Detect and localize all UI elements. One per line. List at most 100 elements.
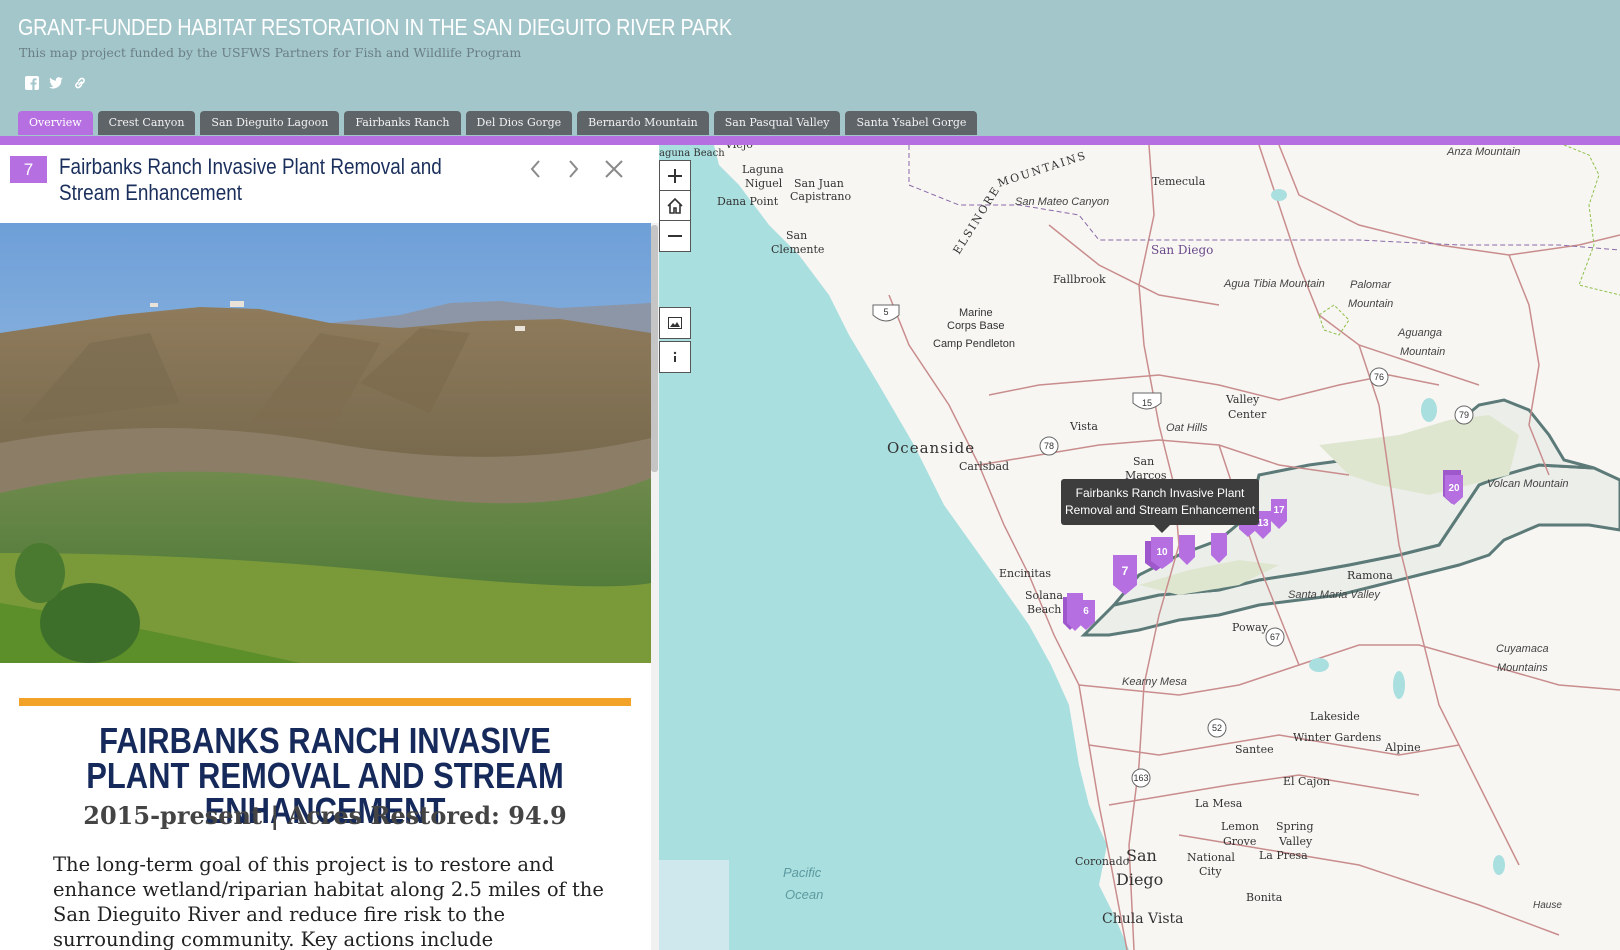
- svg-text:Oceanside: Oceanside: [887, 439, 975, 457]
- link-icon[interactable]: [72, 75, 88, 91]
- svg-text:Chula Vista: Chula Vista: [1102, 911, 1184, 927]
- svg-text:52: 52: [1212, 723, 1222, 733]
- close-icon[interactable]: [602, 157, 626, 181]
- basemap[interactable]: aguna Beach Viejo LagunaNiguel San JuanC…: [659, 145, 1620, 950]
- marker-tooltip: Fairbanks Ranch Invasive Plant Removal a…: [1061, 479, 1259, 533]
- tab-bar: Overview Crest Canyon San Dieguito Lagoon F…: [18, 111, 978, 135]
- previous-arrow-icon[interactable]: [524, 157, 548, 181]
- app-header: GRANT-FUNDED HABITAT RESTORATION IN THE …: [0, 0, 1620, 136]
- svg-text:City: City: [1199, 865, 1222, 878]
- svg-text:Mountain: Mountain: [1400, 346, 1445, 358]
- svg-text:Palomar: Palomar: [1350, 279, 1392, 291]
- svg-text:La Presa: La Presa: [1259, 849, 1308, 862]
- svg-text:Aguanga: Aguanga: [1397, 327, 1442, 339]
- svg-text:Vista: Vista: [1069, 420, 1098, 433]
- map-view[interactable]: aguna Beach Viejo LagunaNiguel San JuanC…: [659, 145, 1620, 950]
- svg-text:Coronado: Coronado: [1075, 855, 1130, 868]
- svg-text:San Juan: San Juan: [794, 177, 844, 190]
- svg-text:Camp Pendleton: Camp Pendleton: [933, 338, 1015, 350]
- svg-text:Temecula: Temecula: [1152, 175, 1206, 188]
- tab-fairbanks-ranch[interactable]: Fairbanks Ranch: [344, 111, 461, 135]
- svg-text:Grove: Grove: [1223, 835, 1256, 848]
- svg-text:Volcan Mountain: Volcan Mountain: [1487, 478, 1569, 490]
- svg-text:Lakeside: Lakeside: [1310, 710, 1360, 723]
- svg-text:Dana Point: Dana Point: [717, 195, 779, 208]
- svg-text:Corps Base: Corps Base: [947, 320, 1004, 332]
- svg-text:Mountain: Mountain: [1348, 298, 1393, 310]
- svg-text:Valley: Valley: [1278, 835, 1313, 848]
- svg-text:10: 10: [1156, 547, 1168, 558]
- info-button[interactable]: [659, 341, 691, 373]
- zoom-out-button[interactable]: [659, 220, 691, 252]
- svg-text:7: 7: [1122, 564, 1129, 578]
- svg-text:Beach: Beach: [1027, 603, 1061, 616]
- svg-text:Hause: Hause: [1533, 900, 1562, 911]
- svg-text:Clemente: Clemente: [771, 243, 824, 256]
- zoom-in-button[interactable]: [659, 160, 691, 192]
- svg-text:Valley: Valley: [1225, 393, 1260, 406]
- svg-text:Winter Gardens: Winter Gardens: [1293, 731, 1382, 744]
- tab-del-dios-gorge[interactable]: Del Dios Gorge: [465, 111, 573, 135]
- home-icon: [667, 197, 683, 214]
- svg-text:Bonita: Bonita: [1246, 891, 1283, 904]
- svg-text:Agua Tibia Mountain: Agua Tibia Mountain: [1223, 278, 1325, 290]
- svg-text:Fallbrook: Fallbrook: [1053, 273, 1106, 286]
- svg-text:15: 15: [1142, 398, 1152, 408]
- scrollbar-thumb[interactable]: [651, 225, 658, 472]
- tab-underline: [0, 136, 1620, 145]
- svg-text:Santa Maria Valley: Santa Maria Valley: [1288, 589, 1381, 601]
- svg-text:Ocean: Ocean: [785, 887, 823, 902]
- svg-text:Capistrano: Capistrano: [790, 190, 852, 203]
- svg-text:Poway: Poway: [1232, 621, 1269, 634]
- project-meta: 2015-present | Acres Restored: 94.9: [83, 801, 567, 830]
- svg-text:El Cajon: El Cajon: [1283, 775, 1330, 788]
- basemap-button[interactable]: [659, 307, 691, 339]
- svg-text:Mountains: Mountains: [1497, 662, 1548, 674]
- tab-crest-canyon[interactable]: Crest Canyon: [97, 111, 196, 135]
- facebook-icon[interactable]: [24, 75, 40, 91]
- twitter-icon[interactable]: [48, 75, 64, 91]
- svg-text:Alpine: Alpine: [1384, 741, 1421, 754]
- info-icon: [673, 351, 677, 362]
- svg-text:San Diego: San Diego: [1151, 243, 1213, 257]
- svg-text:Ramona: Ramona: [1347, 569, 1393, 582]
- svg-text:Niguel: Niguel: [745, 177, 783, 190]
- svg-text:Center: Center: [1228, 408, 1267, 421]
- panel-title: Fairbanks Ranch Invasive Plant Removal a…: [59, 154, 442, 205]
- tab-overview[interactable]: Overview: [18, 111, 93, 135]
- svg-text:6: 6: [1083, 606, 1089, 617]
- site-number-badge: 7: [10, 156, 47, 183]
- svg-text:Spring: Spring: [1276, 820, 1313, 833]
- svg-text:5: 5: [883, 307, 888, 317]
- svg-text:San: San: [1126, 846, 1157, 865]
- svg-text:78: 78: [1044, 441, 1054, 451]
- tab-santa-ysabel-gorge[interactable]: Santa Ysabel Gorge: [845, 111, 978, 135]
- side-panel: 7 Fairbanks Ranch Invasive Plant Removal…: [0, 145, 659, 950]
- tab-bernardo-mountain[interactable]: Bernardo Mountain: [577, 111, 709, 135]
- svg-text:163: 163: [1133, 773, 1148, 783]
- svg-text:Carlsbad: Carlsbad: [959, 460, 1009, 473]
- svg-text:Marine: Marine: [959, 307, 993, 319]
- svg-text:20: 20: [1448, 483, 1460, 494]
- svg-text:79: 79: [1459, 410, 1469, 420]
- svg-text:76: 76: [1374, 372, 1384, 382]
- svg-text:Cuyamaca: Cuyamaca: [1496, 643, 1549, 655]
- project-description: The long-term goal of this project is to…: [53, 853, 604, 950]
- minus-icon: [668, 235, 682, 237]
- tab-san-pasqual-valley[interactable]: San Pasqual Valley: [713, 111, 841, 135]
- image-icon: [668, 317, 682, 329]
- page-title: GRANT-FUNDED HABITAT RESTORATION IN THE …: [18, 14, 732, 40]
- svg-text:67: 67: [1270, 632, 1280, 642]
- svg-text:Santee: Santee: [1235, 743, 1274, 756]
- svg-text:San Mateo Canyon: San Mateo Canyon: [1015, 196, 1109, 208]
- svg-text:San: San: [1133, 455, 1154, 468]
- svg-text:17: 17: [1273, 505, 1285, 516]
- svg-text:13: 13: [1257, 518, 1269, 529]
- svg-text:Kearny Mesa: Kearny Mesa: [1122, 676, 1187, 688]
- next-arrow-icon[interactable]: [561, 157, 585, 181]
- svg-text:San: San: [786, 229, 807, 242]
- tab-san-dieguito-lagoon[interactable]: San Dieguito Lagoon: [200, 111, 340, 135]
- plus-icon: [668, 169, 682, 183]
- home-button[interactable]: [659, 190, 691, 222]
- svg-text:Lemon: Lemon: [1221, 820, 1259, 833]
